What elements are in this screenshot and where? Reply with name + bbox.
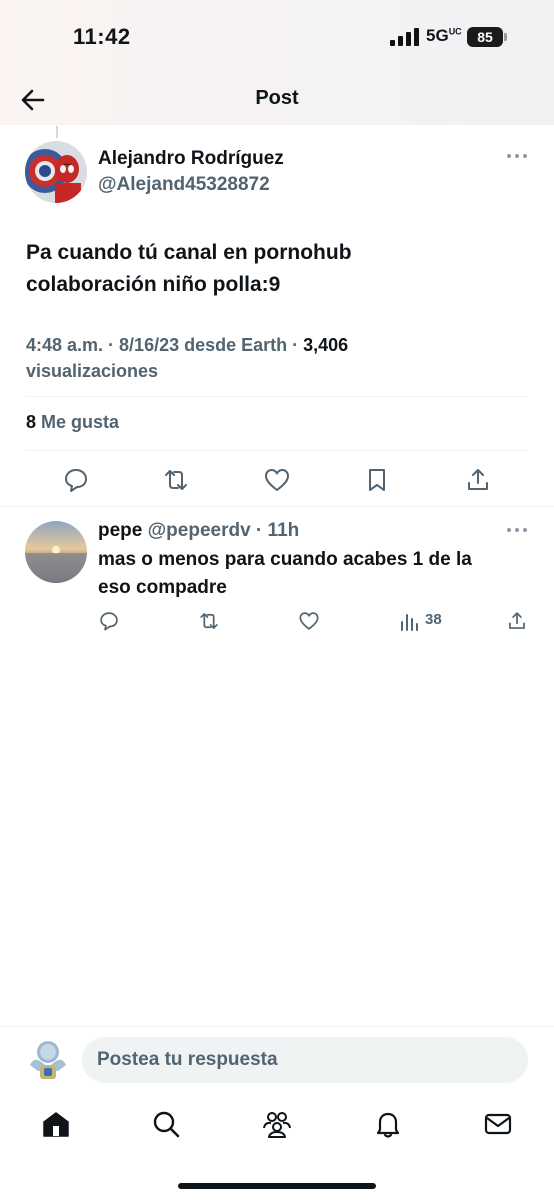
reply-text: mas o menos para cuando acabes 1 de la e… <box>98 546 518 602</box>
views-label: visualizaciones <box>26 361 159 381</box>
home-indicator[interactable] <box>178 1183 376 1189</box>
author-handle[interactable]: @Alejand45328872 <box>98 174 270 196</box>
tweet-meta: 4:48 a.m. · 8/16/23 desde Earth · 3,406 … <box>26 335 349 381</box>
nav-bar: Post <box>0 75 554 125</box>
home-icon[interactable] <box>40 1108 72 1140</box>
user-avatar[interactable] <box>24 1035 72 1083</box>
search-icon[interactable] <box>150 1108 182 1140</box>
divider <box>26 396 528 397</box>
page-title: Post <box>255 87 299 109</box>
likes-summary[interactable]: 8 Me gusta <box>26 412 119 433</box>
status-bar: 11:42 5GUC 85 <box>0 0 554 75</box>
more-horizontal-icon[interactable] <box>505 150 529 162</box>
likes-count: 8 <box>26 412 37 432</box>
battery-icon: 85 <box>467 27 503 47</box>
likes-label: Me gusta <box>41 412 120 432</box>
battery-tip <box>504 33 507 41</box>
reply-time: 11h <box>267 520 300 541</box>
repost-icon[interactable] <box>198 610 220 632</box>
heart-icon[interactable] <box>263 466 291 494</box>
divider <box>0 506 554 507</box>
comment-icon[interactable] <box>98 610 120 632</box>
heart-icon[interactable] <box>298 610 320 632</box>
share-icon[interactable] <box>464 466 492 494</box>
tweet-text-line: Pa cuando tú canal en pornohub <box>26 241 352 264</box>
views-count: 3,406 <box>303 335 349 355</box>
more-horizontal-icon[interactable] <box>505 524 529 536</box>
analytics-icon[interactable] <box>399 610 421 632</box>
comment-icon[interactable] <box>62 466 90 494</box>
signal-icon <box>390 28 419 46</box>
author-name[interactable]: Alejandro Rodríguez <box>98 148 284 170</box>
tweet-text-line: colaboración niño polla:9 <box>26 273 281 296</box>
tweet-date-source: 8/16/23 desde Earth <box>119 335 288 355</box>
reply-header: pepe @pepeerdv · 11h <box>98 520 300 541</box>
bookmark-icon[interactable] <box>363 466 391 494</box>
reply-avatar[interactable] <box>25 521 87 583</box>
tweet-time[interactable]: 4:48 a.m. <box>26 335 103 355</box>
reply-text-line: mas o menos para cuando acabes 1 de la <box>98 549 472 570</box>
reply-views-count: 38 <box>425 611 442 628</box>
communities-icon[interactable] <box>261 1108 293 1140</box>
reply-text-line: eso compadre <box>98 577 227 598</box>
tweet-text: Pa cuando tú canal en pornohub colaborac… <box>26 237 526 301</box>
repost-icon[interactable] <box>162 466 190 494</box>
reply-input[interactable] <box>82 1037 528 1083</box>
network-indicator: 5GUC <box>426 26 462 46</box>
author-avatar[interactable] <box>25 141 87 203</box>
share-icon[interactable] <box>506 610 528 632</box>
thread-connector <box>56 126 58 138</box>
bell-icon[interactable] <box>372 1108 404 1140</box>
network-type: 5G <box>426 26 449 45</box>
network-suffix: UC <box>448 26 462 37</box>
reply-author-handle[interactable]: @pepeerdv <box>148 520 251 541</box>
status-time: 11:42 <box>73 24 131 49</box>
mail-icon[interactable] <box>482 1108 514 1140</box>
divider <box>26 450 528 451</box>
reply-author-name[interactable]: pepe <box>98 520 142 541</box>
